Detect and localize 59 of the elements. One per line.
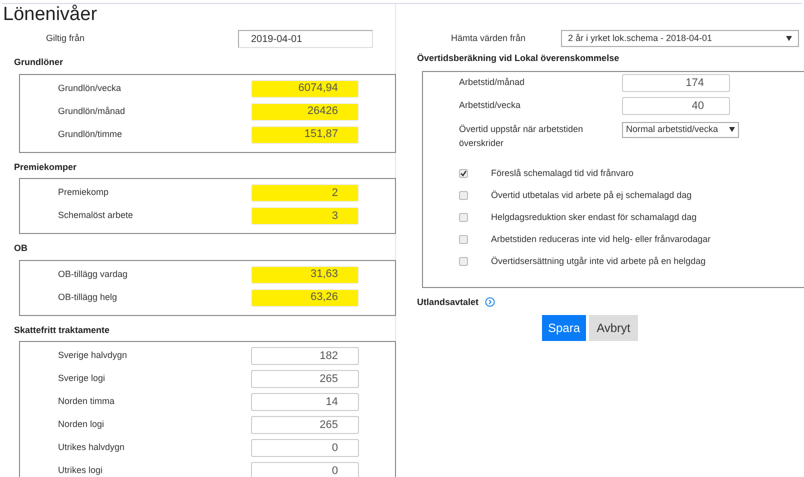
field-label: Grundlön/vecka bbox=[58, 82, 122, 95]
number-field[interactable]: 0 bbox=[251, 439, 359, 457]
checkbox-label: Föreslå schemalagd tid vid frånvaro bbox=[491, 166, 634, 180]
number-field[interactable]: 182 bbox=[251, 347, 359, 365]
field-label: Utrikes logi bbox=[58, 464, 104, 477]
section-heading: Utlandsavtalet bbox=[417, 296, 479, 308]
save-button[interactable]: Spara bbox=[542, 315, 586, 341]
chevron-circle-icon[interactable] bbox=[484, 297, 495, 308]
field-label: Sverige halvdygn bbox=[58, 349, 128, 362]
date-field[interactable]: 2019-04-01 bbox=[238, 30, 373, 48]
cancel-button[interactable]: Avbryt bbox=[589, 315, 638, 341]
number-field[interactable]: 63,26 bbox=[251, 288, 359, 306]
threshold-select[interactable]: Normal arbetstid/vecka bbox=[622, 122, 739, 138]
checkbox[interactable] bbox=[459, 169, 468, 178]
field-label: OB-tillägg vardag bbox=[58, 268, 129, 281]
field-label: Arbetstid/månad bbox=[459, 76, 526, 90]
field-label: Norden logi bbox=[58, 418, 106, 432]
checkbox-label: Arbetstiden reduceras inte vid helg- eller frånvarodagar bbox=[491, 232, 711, 246]
section-heading: OB bbox=[14, 242, 28, 255]
field-label: Utrikes halvdygn bbox=[58, 441, 126, 454]
page-title: Lönenivåer bbox=[3, 4, 98, 26]
section-heading: Premiekomper bbox=[14, 160, 78, 174]
section-heading: Skattefritt traktamente bbox=[14, 324, 111, 336]
checkbox-label: Helgdagsreduktion sker endast för schamalagd dag bbox=[491, 210, 697, 224]
field-label: Arbetstid/vecka bbox=[459, 99, 522, 112]
number-field[interactable]: 3 bbox=[251, 207, 359, 225]
number-field[interactable]: 265 bbox=[251, 416, 359, 434]
number-field[interactable]: 265 bbox=[251, 370, 359, 388]
number-field[interactable]: 174 bbox=[622, 74, 730, 92]
number-field[interactable]: 2 bbox=[251, 184, 359, 202]
field-label: Övertid uppstår när arbetstiden överskrider bbox=[459, 122, 584, 150]
checkbox-label: Övertid utbetalas vid arbete på ej schemalagd dag bbox=[491, 188, 692, 202]
checkbox[interactable] bbox=[459, 213, 468, 222]
field-label: Schemalöst arbete bbox=[58, 209, 134, 222]
checkbox[interactable] bbox=[459, 191, 468, 200]
field-label: OB-tillägg helg bbox=[58, 290, 118, 304]
number-field[interactable]: 151,87 bbox=[251, 126, 359, 144]
check-icon bbox=[460, 170, 467, 177]
field-label: Premiekomp bbox=[58, 186, 110, 200]
number-field[interactable]: 26426 bbox=[251, 102, 359, 120]
checkbox[interactable] bbox=[459, 235, 468, 244]
caret-icon bbox=[786, 36, 792, 41]
number-field[interactable]: 14 bbox=[251, 393, 359, 411]
number-field[interactable]: 0 bbox=[251, 462, 359, 477]
field-label: Norden timma bbox=[58, 395, 116, 408]
section-heading: Grundlöner bbox=[14, 56, 64, 69]
field-label: Hämta värden från bbox=[451, 32, 527, 45]
field-label: Grundlön/timme bbox=[58, 128, 124, 141]
section-heading: Övertidsberäkning vid Lokal överenskommelse bbox=[417, 52, 620, 65]
field-label: Grundlön/månad bbox=[58, 104, 126, 118]
template-select[interactable]: 2 år i yrket lok.schema - 2018-04-01 bbox=[561, 30, 799, 47]
field-label: Sverige logi bbox=[58, 372, 106, 386]
field-label: Giltig från bbox=[46, 32, 86, 46]
number-field[interactable]: 6074,94 bbox=[251, 80, 359, 98]
caret-icon bbox=[729, 127, 735, 132]
checkbox-label: Övertidsersättning utgår inte vid arbete på en helgdag bbox=[491, 254, 706, 268]
number-field[interactable]: 31,63 bbox=[251, 266, 359, 284]
number-field[interactable]: 40 bbox=[622, 97, 730, 115]
checkbox[interactable] bbox=[459, 257, 468, 266]
